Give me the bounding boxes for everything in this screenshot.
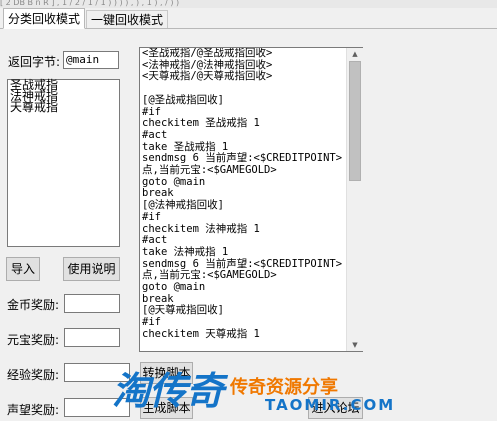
script-line: #act: [142, 128, 168, 141]
return-field[interactable]: @main: [63, 51, 119, 69]
tab-category-recycle[interactable]: 分类回收模式: [3, 8, 86, 29]
watermark-logo: 淘传奇: [112, 369, 224, 413]
return-label: 返回字节:: [8, 55, 61, 69]
script-content: <圣战戒指/@圣战戒指回收> <法神戒指/@法神戒指回收> <天尊戒指/@天尊戒指回…: [140, 48, 362, 341]
scroll-thumb[interactable]: [349, 61, 361, 181]
script-line: checkitem 法神戒指 1: [142, 222, 260, 235]
script-line: take 法神戒指 1: [142, 245, 229, 258]
gold-label: 金币奖励:: [7, 298, 60, 312]
script-line: #if: [142, 210, 161, 223]
script-textarea[interactable]: <圣战戒指/@圣战戒指回收> <法神戒指/@法神戒指回收> <天尊戒指/@天尊戒指回…: [139, 47, 363, 352]
script-line: [@圣战戒指回收]: [142, 93, 224, 106]
gold-field[interactable]: [64, 294, 120, 313]
help-button[interactable]: 使用说明: [63, 257, 120, 281]
import-button[interactable]: 导入: [6, 257, 40, 281]
script-line: goto @main: [142, 281, 206, 294]
script-scrollbar[interactable]: ▲ ▼: [346, 48, 363, 351]
scroll-down-icon[interactable]: ▼: [347, 339, 363, 351]
watermark-url: TAOMIR.COM: [265, 396, 396, 414]
scroll-up-icon[interactable]: ▲: [347, 48, 363, 60]
prestige-label: 声望奖励:: [7, 403, 60, 417]
script-line: checkitem 天尊戒指 1: [142, 327, 260, 340]
list-item[interactable]: 天尊戒指: [8, 101, 119, 113]
tab-one-click-recycle[interactable]: 一键回收模式: [86, 10, 169, 28]
window-title-strip: [ 2 DB B n R ] , 1 / 2 / 1 / 1 ) ) ) ) ,…: [0, 0, 497, 8]
item-listbox[interactable]: 圣战戒指 法神戒指 天尊戒指: [7, 79, 120, 247]
script-line: <圣战戒指/@圣战戒指回收>: [142, 47, 273, 59]
yuanbao-field[interactable]: [64, 328, 120, 347]
script-line: <天尊戒指/@天尊戒指回收>: [142, 70, 273, 83]
exp-label: 经验奖励:: [7, 368, 60, 382]
script-line: [@天尊戒指回收]: [142, 304, 224, 317]
script-line: 点,当前元宝:<$GAMEGOLD>: [142, 164, 277, 177]
yuanbao-label: 元宝奖励:: [7, 333, 60, 347]
script-line: [@法神戒指回收]: [142, 199, 224, 212]
script-line: checkitem 圣战戒指 1: [142, 117, 260, 130]
